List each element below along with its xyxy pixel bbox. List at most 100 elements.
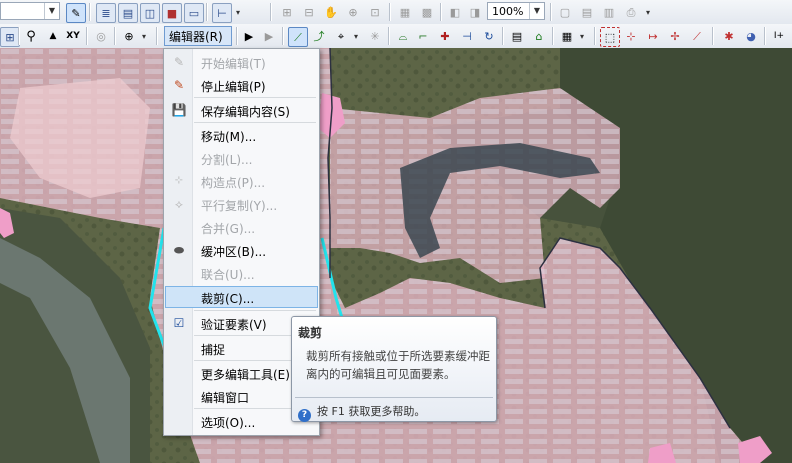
menu-item-label: 平行复制(Y)... xyxy=(201,199,278,213)
tooltip-help: ? 按 F1 获取更多帮助。 xyxy=(298,403,425,422)
edit-vertices-icon[interactable]: ⌓ xyxy=(394,27,412,45)
menu-item-label: 选项(O)... xyxy=(201,416,256,430)
stop-pencil-icon: ✎ xyxy=(173,78,185,92)
menu-item-copy-parallel[interactable]: ⟡ 平行复制(Y)... xyxy=(165,193,318,215)
menu-item-label: 停止编辑(P) xyxy=(201,80,266,94)
attributes-icon[interactable]: ▤ xyxy=(508,27,526,45)
menu-item-label: 分割(L)... xyxy=(201,153,253,167)
identify-icon[interactable]: ▲ xyxy=(44,27,62,45)
magnifier-icon[interactable]: ⊕ xyxy=(120,27,138,45)
search-window-icon[interactable]: ◫ xyxy=(140,3,160,23)
help-icon: ? xyxy=(298,409,311,422)
menu-item-label: 移动(M)... xyxy=(201,130,257,144)
python-window-icon[interactable]: ▭ xyxy=(184,3,204,23)
point-icon[interactable]: ✳ xyxy=(366,27,384,45)
zoom-extent-icon[interactable]: ⊡ xyxy=(366,3,384,21)
menu-item-save-edits[interactable]: 💾 保存编辑内容(S) xyxy=(165,99,318,121)
topology-errors-icon[interactable]: ✱ xyxy=(720,27,738,45)
menu-item-merge[interactable]: 合并(G)... xyxy=(165,216,318,238)
menu-item-stop-editing[interactable]: ✎ 停止编辑(P) xyxy=(165,74,318,96)
menu-item-clip[interactable]: 裁剪(C)... xyxy=(165,286,318,308)
layout-view-icon[interactable]: ▢ xyxy=(556,3,574,21)
menu-item-label: 编辑窗口 xyxy=(201,391,250,405)
create-features-icon[interactable]: ▦ xyxy=(558,27,576,45)
topology-edit-icon[interactable]: ⊹ xyxy=(622,27,640,45)
print-preview-icon[interactable]: ▥ xyxy=(600,3,618,21)
zoom-combo[interactable]: 100% ▼ xyxy=(487,2,545,20)
menu-item-split[interactable]: 分割(L)... xyxy=(165,147,318,169)
cut-polygons-icon[interactable]: ✚ xyxy=(436,27,454,45)
topology-select-icon[interactable]: ⬚ xyxy=(600,27,620,47)
menu-item-label: 更多编辑工具(E) xyxy=(201,368,290,382)
edit-annotation-icon[interactable]: ▶ xyxy=(260,27,278,45)
menu-item-label: 构造点(P)... xyxy=(201,176,266,190)
forward-extent-icon[interactable]: ◨ xyxy=(466,3,484,21)
binoculars-icon[interactable]: ⚲ xyxy=(22,27,40,45)
toolbar-overflow-icon[interactable]: ▾ xyxy=(644,0,652,18)
add-data-icon[interactable]: ⊞ xyxy=(0,27,20,47)
toolbar-overflow-icon[interactable]: ▾ xyxy=(140,24,148,42)
menu-item-label: 捕捉 xyxy=(201,343,226,357)
zoom-combo-value: 100% xyxy=(492,5,524,18)
globe-icon[interactable]: ◕ xyxy=(742,27,760,45)
menu-item-union[interactable]: 联合(U)... xyxy=(165,262,318,284)
menu-item-label: 合并(G)... xyxy=(201,222,256,236)
trace-icon[interactable]: ⌖ xyxy=(332,27,350,45)
catalog-icon[interactable]: ▤ xyxy=(118,3,138,23)
scale-combo[interactable]: ▼ xyxy=(0,2,60,20)
model-builder-icon[interactable]: ⊢ xyxy=(212,3,232,23)
split-tool-icon[interactable]: ⊣ xyxy=(458,27,476,45)
clip-tooltip: 裁剪 裁剪所有接触或位于所选要素缓冲距离内的可编辑且可见面要素。 ? 按 F1 获… xyxy=(291,316,497,422)
reshape-feature-icon[interactable]: ⌐ xyxy=(414,27,432,45)
toolbar-overflow-icon[interactable]: ▾ xyxy=(234,0,242,18)
zoom-in-fixed-icon[interactable]: ⊞ xyxy=(278,3,296,21)
pencil-icon: ✎ xyxy=(173,55,185,69)
menu-item-label: 缓冲区(B)... xyxy=(201,245,267,259)
menu-item-construct-points[interactable]: ⊹ 构造点(P)... xyxy=(165,170,318,192)
menu-item-label: 裁剪(C)... xyxy=(201,292,255,306)
full-extent-icon[interactable]: ⊕ xyxy=(344,3,362,21)
more-tools-icon[interactable]: I+ xyxy=(770,27,788,45)
tooltip-divider xyxy=(295,397,493,398)
menu-item-label: 联合(U)... xyxy=(201,268,255,282)
topology-vertex-icon[interactable]: ↦ xyxy=(644,27,662,45)
menu-item-label: 开始编辑(T) xyxy=(201,57,266,71)
table-of-contents-icon[interactable]: ≣ xyxy=(96,3,116,23)
save-icon: 💾 xyxy=(171,103,187,117)
menu-item-move[interactable]: 移动(M)... xyxy=(165,124,318,146)
fixed-zoom-in-icon[interactable]: ▦ xyxy=(396,3,414,21)
topology-node-icon[interactable]: ✢ xyxy=(666,27,684,45)
editor-menu-button[interactable]: 编辑器(R) ▾ xyxy=(164,26,232,64)
hyperlink-icon[interactable]: ◎ xyxy=(92,27,110,45)
topology-line-icon[interactable]: ⟋ xyxy=(688,27,706,45)
menu-item-start-editing[interactable]: ✎ 开始编辑(T) xyxy=(165,51,318,73)
construct-points-icon: ⊹ xyxy=(174,175,184,186)
arctoolbox-icon[interactable]: ■ xyxy=(162,3,182,23)
rotate-icon[interactable]: ↻ xyxy=(480,27,498,45)
back-extent-icon[interactable]: ◧ xyxy=(446,3,464,21)
pan-icon[interactable]: ✋ xyxy=(322,3,340,21)
chevron-down-icon[interactable]: ▼ xyxy=(529,3,544,19)
menu-item-label: 验证要素(V) xyxy=(201,318,267,332)
fixed-zoom-out-icon[interactable]: ▩ xyxy=(418,3,436,21)
edit-tool-icon[interactable]: ▶ xyxy=(240,27,258,45)
go-to-xy-icon[interactable]: XY xyxy=(64,27,82,45)
chevron-down-icon[interactable]: ▼ xyxy=(44,3,59,19)
tooltip-help-text: 按 F1 获取更多帮助。 xyxy=(317,405,426,418)
menu-item-label: 保存编辑内容(S) xyxy=(201,105,290,119)
zoom-out-fixed-icon[interactable]: ⊟ xyxy=(300,3,318,21)
end-point-arc-icon[interactable]: ⤴ xyxy=(310,27,328,45)
page-icon[interactable]: ▤ xyxy=(578,3,596,21)
toolbar-overflow-icon[interactable]: ▾ xyxy=(578,24,586,42)
menu-item-buffer[interactable]: ⬬ 缓冲区(B)... xyxy=(165,239,318,261)
tooltip-body: 裁剪所有接触或位于所选要素缓冲距离内的可编辑且可见面要素。 xyxy=(306,349,490,381)
editor-toolbar: ⊞ ⚲ ▲ XY ◎ ⊕ ▾ 编辑器(R) ▾ ▶ ▶ ⟋ ⤴ ⌖ ▾ ✳ ⌓ … xyxy=(0,24,792,64)
chevron-down-icon[interactable]: ▾ xyxy=(352,24,360,42)
straight-segment-icon[interactable]: ⟋ xyxy=(288,27,308,47)
buffer-icon: ⬬ xyxy=(173,243,185,257)
editor-toolbar-toggle-icon[interactable]: ✎ xyxy=(66,3,86,23)
sketch-properties-icon[interactable]: ⌂ xyxy=(530,27,548,45)
printer-icon[interactable]: ⎙ xyxy=(622,3,640,21)
validate-icon: ☑ xyxy=(173,316,185,330)
tooltip-title: 裁剪 xyxy=(298,326,323,340)
